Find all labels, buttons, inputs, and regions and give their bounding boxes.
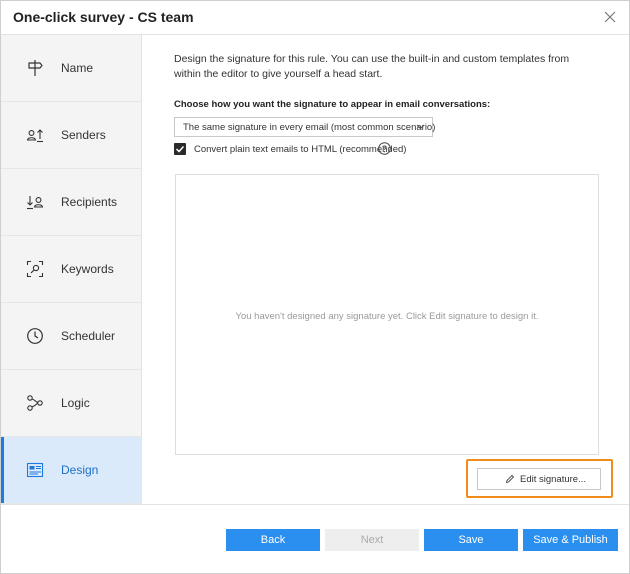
chevron-down-icon — [416, 124, 425, 130]
empty-preview-message: You haven't designed any signature yet. … — [235, 311, 539, 322]
signature-mode-label: Choose how you want the signature to app… — [174, 99, 491, 110]
rule-dialog: One-click survey - CS team Name Senders — [0, 0, 630, 574]
edit-signature-button[interactable]: Edit signature... — [477, 468, 601, 490]
logic-icon — [27, 395, 43, 411]
signature-preview: You haven't designed any signature yet. … — [175, 174, 599, 455]
sidebar-item-keywords[interactable]: Keywords — [1, 236, 142, 303]
senders-icon — [26, 129, 43, 143]
convert-html-checkbox[interactable] — [174, 143, 186, 155]
dialog-footer: Back Next Save Save & Publish — [1, 504, 629, 573]
dialog-titlebar: One-click survey - CS team — [1, 1, 629, 35]
sidebar-item-logic[interactable]: Logic — [1, 370, 142, 437]
sidebar-item-label: Recipients — [61, 195, 118, 209]
intro-text: Design the signature for this rule. You … — [174, 53, 570, 80]
help-icon[interactable] — [378, 142, 391, 155]
clock-icon — [27, 328, 43, 344]
recipients-icon — [27, 196, 44, 210]
sidebar-item-design[interactable]: Design — [1, 437, 142, 504]
sidebar-item-senders[interactable]: Senders — [1, 102, 142, 169]
close-icon[interactable] — [603, 10, 617, 24]
sidebar-item-name[interactable]: Name — [1, 35, 142, 102]
checkmark-icon — [175, 145, 185, 153]
dialog-title: One-click survey - CS team — [13, 9, 194, 25]
sidebar-item-label: Scheduler — [61, 329, 116, 343]
keywords-icon — [26, 260, 44, 278]
signature-mode-select[interactable]: The same signature in every email (most … — [174, 117, 436, 137]
sidebar-item-label: Design — [61, 463, 99, 477]
edit-signature-label: Edit signature... — [520, 474, 587, 485]
next-button[interactable]: Next — [325, 529, 419, 551]
sidebar-item-label: Keywords — [61, 262, 114, 276]
signpost-icon — [28, 60, 43, 76]
sidebar-item-recipients[interactable]: Recipients — [1, 169, 142, 236]
sidebar-item-label: Senders — [61, 128, 106, 142]
save-button[interactable]: Save — [424, 529, 518, 551]
sidebar-nav: Name Senders Recipients Keywords Schedul… — [1, 35, 142, 504]
convert-html-label: Convert plain text emails to HTML (recom… — [194, 144, 407, 155]
select-value: The same signature in every email (most … — [183, 122, 436, 133]
pencil-icon — [505, 474, 515, 484]
sidebar-item-label: Name — [61, 61, 94, 75]
design-icon — [26, 462, 44, 478]
back-button[interactable]: Back — [226, 529, 320, 551]
sidebar-item-label: Logic — [61, 396, 90, 410]
design-panel: Design the signature for this rule. You … — [142, 35, 629, 504]
sidebar-item-scheduler[interactable]: Scheduler — [1, 303, 142, 370]
save-publish-button[interactable]: Save & Publish — [523, 529, 618, 551]
